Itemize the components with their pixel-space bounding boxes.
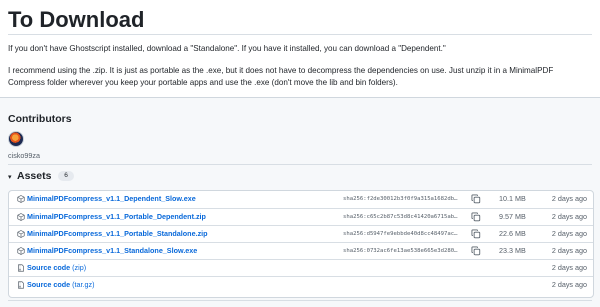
asset-date: 2 days ago <box>551 229 587 238</box>
section-divider <box>8 164 592 165</box>
source-code-link[interactable]: Source code (tar.gz) <box>27 280 95 290</box>
bottom-divider <box>8 300 592 301</box>
source-date: 2 days ago <box>551 263 587 272</box>
contributor-avatar[interactable] <box>8 131 24 147</box>
source-code-format[interactable]: (tar.gz) <box>72 280 94 289</box>
contributors-title: Contributors <box>8 113 72 125</box>
assets-title[interactable]: Assets <box>17 170 51 182</box>
asset-row: MinimalPDFcompress_v1.1_Standalone_Slow.… <box>9 242 593 260</box>
package-icon <box>17 247 25 255</box>
release-heading: To Download <box>8 7 145 32</box>
contributor-name[interactable]: cisko99za <box>8 151 40 160</box>
source-code-label[interactable]: Source code <box>27 263 70 272</box>
copy-icon[interactable] <box>471 246 481 256</box>
source-code-row: Source code (tar.gz) 2 days ago <box>9 276 593 294</box>
assets-toggle-caret-icon[interactable]: ▾ <box>8 173 12 181</box>
package-icon <box>17 230 25 238</box>
asset-row: MinimalPDFcompress_v1.1_Dependent_Slow.e… <box>9 191 593 208</box>
asset-row: MinimalPDFcompress_v1.1_Portable_Depende… <box>9 208 593 226</box>
file-zip-icon <box>18 264 24 272</box>
source-code-link[interactable]: Source code (zip) <box>27 263 86 273</box>
assets-count-badge: 6 <box>58 171 74 181</box>
asset-sha256: sha256:d5947fe9ebbde40d8cc48497ac… <box>343 231 458 237</box>
asset-date: 2 days ago <box>551 212 587 221</box>
file-zip-icon <box>18 281 24 289</box>
source-date: 2 days ago <box>551 280 587 289</box>
copy-icon[interactable] <box>471 212 481 222</box>
source-code-label[interactable]: Source code <box>27 280 70 289</box>
assets-list: MinimalPDFcompress_v1.1_Dependent_Slow.e… <box>8 190 594 298</box>
package-icon <box>17 213 25 221</box>
release-paragraph-2: I recommend using the .zip. It is just a… <box>8 66 554 87</box>
asset-download-link[interactable]: MinimalPDFcompress_v1.1_Standalone_Slow.… <box>27 246 197 256</box>
asset-date: 2 days ago <box>551 246 587 255</box>
source-code-format[interactable]: (zip) <box>72 263 86 272</box>
asset-date: 2 days ago <box>551 194 587 203</box>
package-icon <box>17 195 25 203</box>
heading-divider <box>8 34 592 35</box>
asset-sha256: sha256:0732ac6fe13ae538e665e3d280… <box>343 248 458 254</box>
asset-row: MinimalPDFcompress_v1.1_Portable_Standal… <box>9 225 593 243</box>
asset-sha256: sha256:f2de30012b3f0f9a315a1682db… <box>343 196 458 202</box>
copy-icon[interactable] <box>471 229 481 239</box>
release-paragraph-1: If you don't have Ghostscript installed,… <box>8 44 446 53</box>
asset-sha256: sha256:c65c2b87c53d8c41420a6715ab… <box>343 214 458 220</box>
asset-download-link[interactable]: MinimalPDFcompress_v1.1_Dependent_Slow.e… <box>27 194 196 204</box>
source-code-row: Source code (zip) 2 days ago <box>9 259 593 277</box>
copy-icon[interactable] <box>471 194 481 204</box>
asset-download-link[interactable]: MinimalPDFcompress_v1.1_Portable_Depende… <box>27 212 206 222</box>
asset-download-link[interactable]: MinimalPDFcompress_v1.1_Portable_Standal… <box>27 229 208 239</box>
